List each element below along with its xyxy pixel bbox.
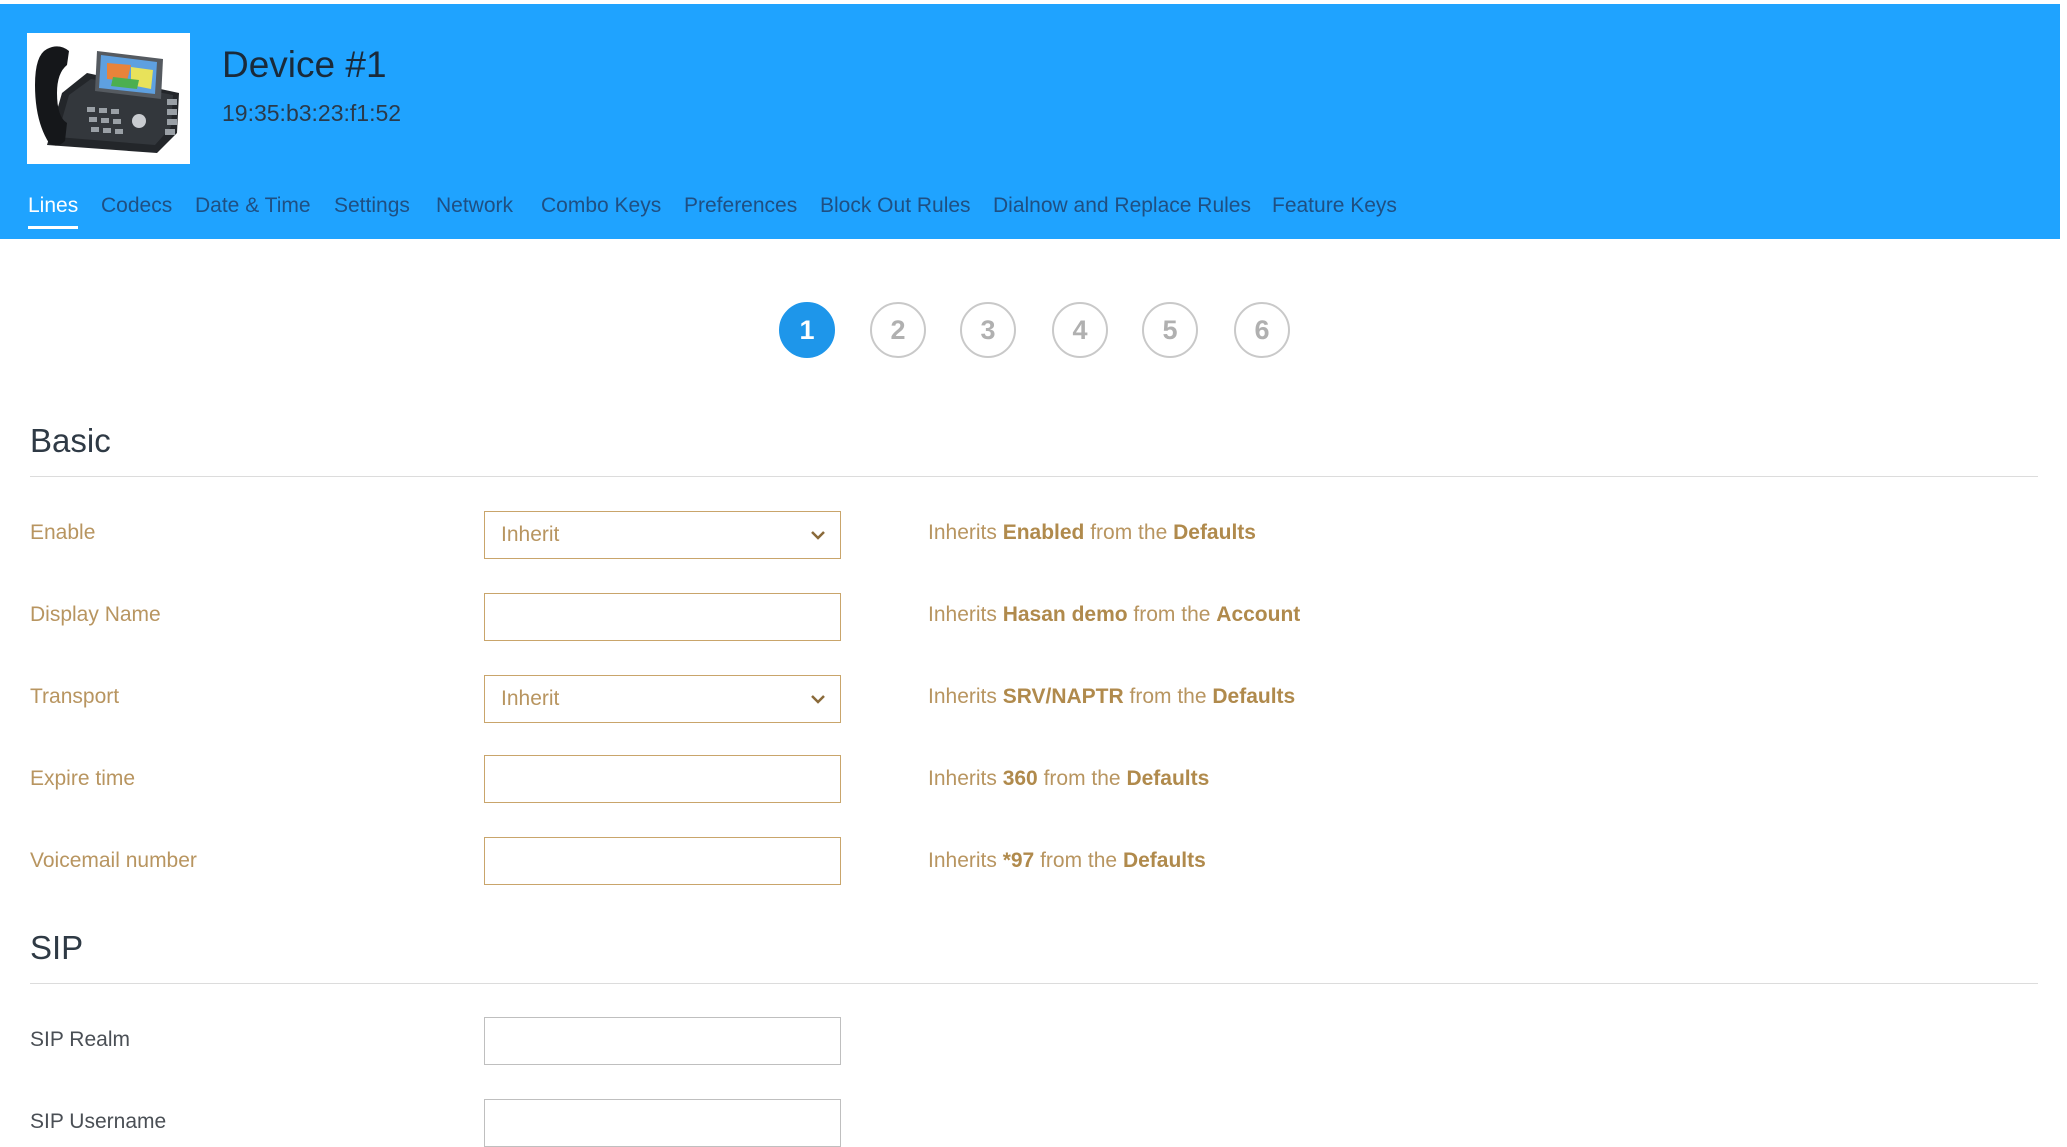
enable-inherit-hint: Inherits Enabled from the Defaults [928, 521, 1256, 544]
section-divider [30, 476, 2038, 477]
tab-feature-keys[interactable]: Feature Keys [1272, 194, 1397, 226]
tab-network[interactable]: Network [436, 194, 513, 226]
chevron-down-icon [811, 695, 825, 704]
field-label-expire-time: Expire time [30, 767, 136, 790]
line-step-2[interactable]: 2 [870, 302, 926, 358]
field-label-display-name: Display Name [30, 603, 161, 626]
device-mac-address: 19:35:b3:23:f1:52 [222, 100, 402, 126]
line-step-6[interactable]: 6 [1234, 302, 1290, 358]
line-step-1[interactable]: 1 [779, 302, 835, 358]
field-label-voicemail-number: Voicemail number [30, 849, 197, 872]
line-step-5[interactable]: 5 [1142, 302, 1198, 358]
tab-dialnow-replace-rules[interactable]: Dialnow and Replace Rules [993, 194, 1251, 226]
tab-combo-keys[interactable]: Combo Keys [541, 194, 661, 226]
section-title-sip: SIP [30, 929, 84, 966]
expire-time-inherit-hint: Inherits 360 from the Defaults [928, 767, 1210, 790]
sip-realm-input[interactable] [484, 1017, 841, 1065]
device-header: Device #1 19:35:b3:23:f1:52 Lines Codecs… [0, 4, 2060, 239]
transport-select[interactable]: Inherit [484, 675, 841, 723]
tab-lines[interactable]: Lines [28, 194, 79, 229]
display-name-input[interactable] [484, 593, 841, 641]
section-divider [30, 983, 2038, 984]
line-step-4[interactable]: 4 [1052, 302, 1108, 358]
section-title-basic: Basic [30, 422, 111, 459]
expire-time-input[interactable] [484, 755, 841, 803]
voicemail-number-inherit-hint: Inherits *97 from the Defaults [928, 849, 1206, 872]
chevron-down-icon [811, 531, 825, 540]
enable-select-value: Inherit [501, 523, 560, 546]
field-label-transport: Transport [30, 685, 120, 708]
field-label-sip-username: SIP Username [30, 1110, 167, 1133]
display-name-inherit-hint: Inherits Hasan demo from the Account [928, 603, 1301, 626]
field-label-enable: Enable [30, 521, 96, 544]
tab-settings[interactable]: Settings [334, 194, 410, 226]
tab-preferences[interactable]: Preferences [684, 194, 797, 226]
transport-inherit-hint: Inherits SRV/NAPTR from the Defaults [928, 685, 1296, 708]
voicemail-number-input[interactable] [484, 837, 841, 885]
sip-username-input[interactable] [484, 1099, 841, 1147]
tab-codecs[interactable]: Codecs [101, 194, 172, 226]
line-step-3[interactable]: 3 [960, 302, 1016, 358]
transport-select-value: Inherit [501, 687, 560, 710]
field-label-sip-realm: SIP Realm [30, 1028, 130, 1051]
enable-select[interactable]: Inherit [484, 511, 841, 559]
desk-phone-image [27, 33, 190, 164]
tab-date-time[interactable]: Date & Time [195, 194, 311, 226]
tab-block-out-rules[interactable]: Block Out Rules [820, 194, 971, 226]
device-title: Device #1 [222, 44, 387, 85]
